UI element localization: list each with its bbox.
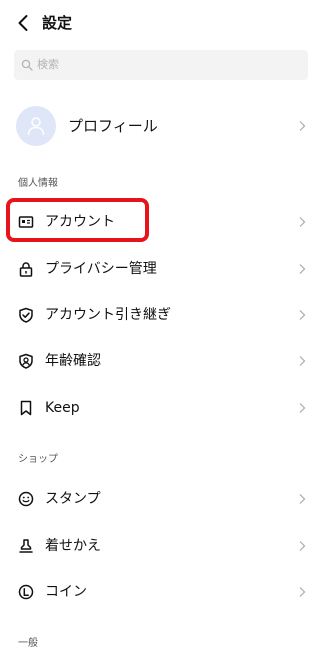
search-icon <box>21 59 33 71</box>
settings-item-label: 着せかえ <box>45 538 101 554</box>
section-header-general: 一般 <box>18 638 38 649</box>
chevron-right-icon <box>299 494 306 504</box>
settings-item-coins[interactable]: コイン <box>0 572 322 612</box>
profile-label: プロフィール <box>68 117 158 135</box>
settings-item-privacy[interactable]: プライバシー管理 <box>0 249 322 289</box>
settings-item-label: アカウント引き継ぎ <box>45 307 171 323</box>
highlight-box <box>6 198 149 242</box>
chevron-right-icon <box>299 217 306 227</box>
settings-item-label: Keep <box>45 400 80 416</box>
settings-item-label: コイン <box>45 584 87 600</box>
header: 設定 <box>0 0 322 46</box>
settings-item-themes[interactable]: 着せかえ <box>0 526 322 566</box>
chevron-right-icon <box>299 264 306 274</box>
settings-item-stickers[interactable]: スタンプ <box>0 479 322 519</box>
age-shield-icon <box>19 353 33 369</box>
theme-stamp-icon <box>19 539 33 553</box>
smiley-icon <box>18 491 34 507</box>
chevron-right-icon <box>299 356 306 366</box>
chevron-right-icon <box>299 121 306 131</box>
settings-item-label: 年齢確認 <box>45 353 101 369</box>
settings-item-account-transfer[interactable]: アカウント引き継ぎ <box>0 295 322 335</box>
chevron-right-icon <box>299 541 306 551</box>
settings-item-label: プライバシー管理 <box>45 261 157 277</box>
settings-item-keep[interactable]: Keep <box>0 388 322 428</box>
search-input[interactable]: 検索 <box>14 50 308 80</box>
shield-check-icon <box>19 307 33 323</box>
page-title: 設定 <box>42 14 73 32</box>
chevron-right-icon <box>299 310 306 320</box>
coin-icon <box>18 584 34 600</box>
chevron-right-icon <box>299 403 306 413</box>
user-icon <box>27 117 45 136</box>
avatar <box>16 106 56 146</box>
settings-item-age-verification[interactable]: 年齢確認 <box>0 341 322 381</box>
settings-item-label: スタンプ <box>45 491 101 507</box>
section-header-personal: 個人情報 <box>18 178 58 189</box>
section-header-shop: ショップ <box>18 454 58 465</box>
lock-icon <box>19 262 33 277</box>
bookmark-icon <box>20 400 32 416</box>
chevron-right-icon <box>299 587 306 597</box>
profile-row[interactable]: プロフィール <box>0 100 322 154</box>
back-chevron-icon[interactable] <box>14 13 34 33</box>
search-placeholder: 検索 <box>37 58 59 71</box>
